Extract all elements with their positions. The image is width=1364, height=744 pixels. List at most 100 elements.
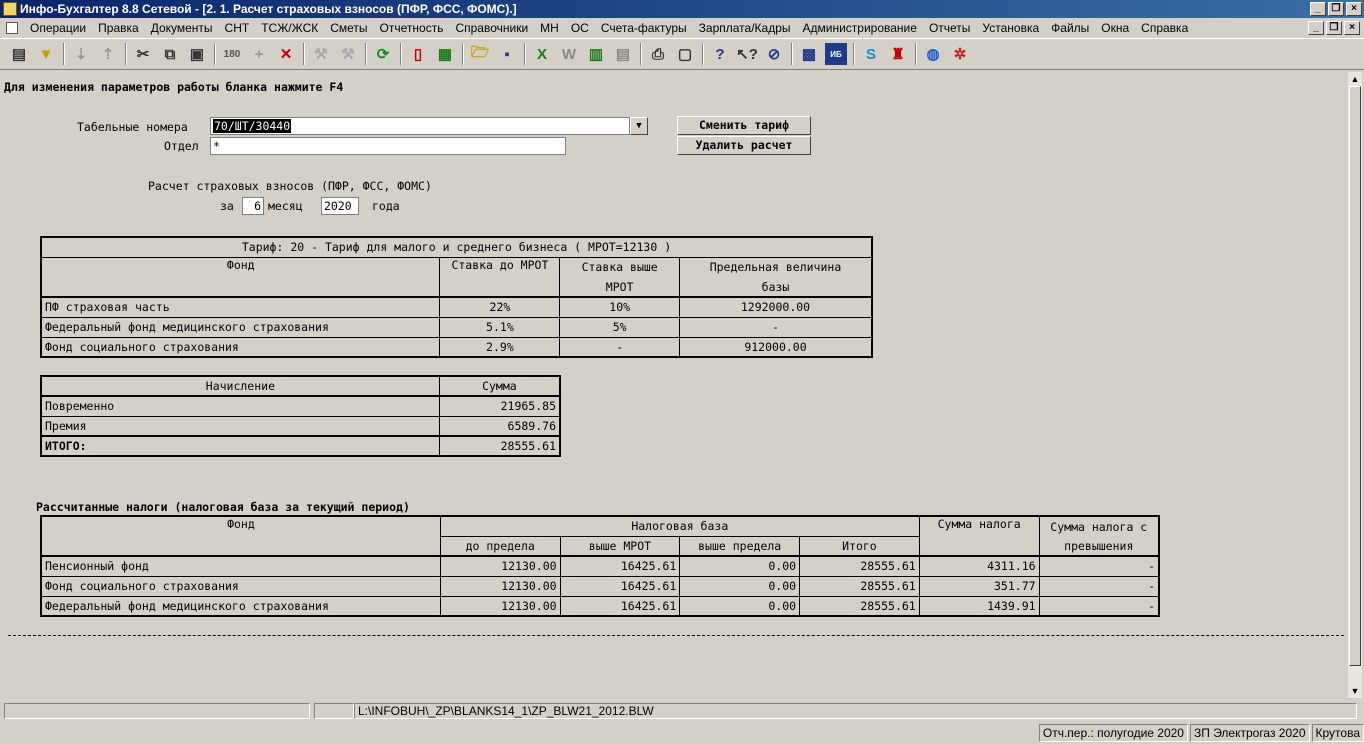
network-icon[interactable]: ◍ [922,43,944,65]
preview-icon[interactable]: ▢ [674,43,696,65]
refresh-icon[interactable]: ⟳ [372,43,394,65]
restore-button[interactable]: ❐ [1328,2,1344,16]
excel-icon[interactable]: X [531,43,553,65]
menu-documents[interactable]: Документы [145,21,219,35]
za-label: за [220,199,234,213]
tariff-header-fund: Фонд [40,256,441,298]
cut-icon[interactable]: ✂ [132,43,154,65]
accrual-cell: 21965.85 [438,395,561,417]
accrual-table: Начисление Сумма Повременно 21965.85 Пре… [40,375,561,457]
accrual-header-sum: Сумма [438,375,561,397]
skype-icon[interactable]: S [860,43,882,65]
settings-icon[interactable]: ✲ [949,43,971,65]
vertical-scrollbar[interactable]: ▲ ▼ [1348,72,1362,698]
menu-snt[interactable]: СНТ [219,21,256,35]
child-restore-button[interactable]: ❐ [1326,21,1342,35]
menu-estimates[interactable]: Сметы [324,21,373,35]
menu-setup[interactable]: Установка [976,21,1045,35]
child-minimize-button[interactable]: _ [1308,21,1324,35]
scroll-thumb[interactable] [1349,86,1361,666]
tabnum-input[interactable]: 70/ШТ/30440 [210,117,630,135]
document-icon[interactable] [6,22,18,34]
add-icon[interactable]: + [248,43,270,65]
delete-calc-button[interactable]: Удалить расчет [677,136,811,155]
tariff-cell: 5% [559,316,680,338]
table-row: Фонд социального страхования 12130.00 16… [40,575,1160,597]
accrual-cell: 6589.76 [438,415,561,437]
open-folder-icon[interactable]: 🗁 [469,43,491,65]
close-button[interactable]: × [1346,2,1362,16]
tabnum-dropdown-button[interactable]: ▼ [630,117,648,135]
accrual-header-name: Начисление [40,375,440,397]
menu-admin[interactable]: Администрирование [797,21,923,35]
taxes-cell: 28555.61 [799,575,920,597]
menu-directories[interactable]: Справочники [449,21,534,35]
menu-mn[interactable]: МН [534,21,565,35]
taxes-cell: - [1038,595,1160,617]
tariff-header-limit: Предельная величина [678,256,873,277]
status-bar: Отч.пер.: полугодие 2020 ЗП Электрогаз 2… [0,722,1364,744]
delete-icon[interactable]: ✕ [275,43,297,65]
menu-reporting[interactable]: Отчетность [374,21,450,35]
security-icon[interactable]: ♜ [887,43,909,65]
tabnum-label: Табельные номера [77,120,188,134]
status-period: Отч.пер.: полугодие 2020 [1038,724,1188,742]
menu-edit[interactable]: Правка [92,21,145,35]
app-icon [3,2,17,16]
change-tariff-button[interactable]: Сменить тариф [677,116,811,135]
total-row: ИТОГО: 28555.61 [40,435,561,457]
taxes-cell: - [1038,555,1160,577]
year-input[interactable]: 2020 [321,197,359,215]
menu-invoices[interactable]: Счета-фактуры [595,21,693,35]
child-close-button[interactable]: × [1344,21,1360,35]
menu-tszh[interactable]: ТСЖ/ЖСК [255,21,324,35]
minimize-button[interactable]: _ [1310,2,1326,16]
copy-icon[interactable]: ⧉ [159,43,181,65]
table-row: Фонд социального страхования 2.9% - 9120… [40,336,873,358]
taxes-cell: - [1038,575,1160,597]
taxes-header-excess: Сумма налога с [1038,515,1160,536]
filter-icon[interactable]: ▼ [35,43,57,65]
taxes-header-base: Налоговая база [439,515,920,537]
menu-operations[interactable]: Операции [24,21,92,35]
menu-salary[interactable]: Зарплата/Кадры [693,21,797,35]
ib10-icon[interactable]: ИБ [825,43,847,65]
pdf-icon[interactable]: ▯ [407,43,429,65]
save-icon[interactable]: ▪ [496,43,518,65]
menu-help[interactable]: Справка [1135,21,1194,35]
navigate-icon[interactable]: ⊘ [763,43,785,65]
taxes-cell: Пенсионный фонд [40,555,441,577]
tool1-icon[interactable]: ⚒ [310,43,332,65]
tariff-table: Тариф: 20 - Тариф для малого и среднего … [40,236,873,358]
word-icon[interactable]: W [558,43,580,65]
menu-files[interactable]: Файлы [1045,21,1095,35]
menu-os[interactable]: ОС [565,21,595,35]
form-icon[interactable]: ▤ [8,43,30,65]
dept-input[interactable]: * [210,137,566,155]
help-icon[interactable]: ? [709,43,731,65]
menu-windows[interactable]: Окна [1095,21,1135,35]
title-bar: Инфо-Бухгалтер 8.8 Сетевой - [2. 1. Расч… [0,0,1364,18]
chart-icon[interactable]: ▥ [585,43,607,65]
table-row: Пенсионный фонд 12130.00 16425.61 0.00 2… [40,555,1160,577]
menu-reports[interactable]: Отчеты [923,21,976,35]
scroll-down-icon[interactable]: ▼ [1348,684,1362,698]
scroll-up-icon[interactable]: ▲ [1348,72,1362,86]
tariff-header-rate-above-2: МРОТ [559,277,680,298]
taxes-cell: Федеральный фонд медицинского страховани… [40,595,441,617]
sort-desc-icon[interactable]: ⇡ [97,43,119,65]
grid-icon[interactable]: ▩ [798,43,820,65]
print-icon[interactable]: ⎙ [647,43,669,65]
path-pane-empty [4,703,310,719]
rotate-icon[interactable]: 180 [221,43,243,65]
context-help-icon[interactable]: ↖? [736,43,758,65]
paste-icon[interactable]: ▣ [186,43,208,65]
sort-asc-icon[interactable]: ⇣ [70,43,92,65]
report-icon[interactable]: ▤ [612,43,634,65]
window-title: Инфо-Бухгалтер 8.8 Сетевой - [2. 1. Расч… [20,2,517,16]
calculator-icon[interactable]: ▦ [434,43,456,65]
status-org: ЗП Электрогаз 2020 [1189,724,1310,742]
taxes-cell: 0.00 [679,575,801,597]
tool2-icon[interactable]: ⚒ [337,43,359,65]
month-input[interactable]: 6 [242,197,264,215]
